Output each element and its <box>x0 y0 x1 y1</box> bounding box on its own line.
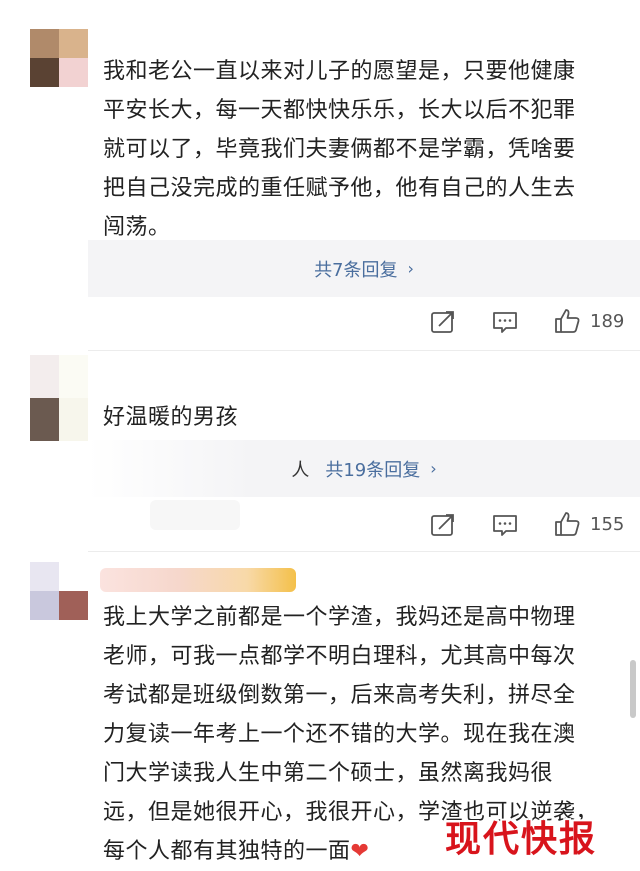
comment-text: 好温暖的男孩 <box>103 398 238 437</box>
reply-count-label: 共19条回复 <box>325 459 421 481</box>
like-count: 155 <box>590 514 625 535</box>
comment-line: 老师，可我一点都学不明白理科，尤其高中每次 <box>103 644 576 669</box>
like-count: 189 <box>590 311 625 332</box>
comment-line: 门大学读我人生中第二个硕士，虽然离我妈很 <box>103 761 554 786</box>
chevron-right-icon: › <box>430 459 437 478</box>
comment-icon[interactable] <box>492 309 518 335</box>
avatar[interactable] <box>30 562 88 620</box>
divider <box>88 350 640 351</box>
share-icon[interactable] <box>430 512 456 538</box>
view-replies-button[interactable]: 共7条回复 › <box>88 240 640 297</box>
comment-line: 把自己没完成的重任赋予他，他有自己的人生去 <box>103 176 576 201</box>
comment-line: 平安长大，每一天都快快乐乐，长大以后不犯罪 <box>103 98 576 123</box>
share-icon[interactable] <box>430 309 456 335</box>
avatar[interactable] <box>30 355 88 441</box>
comment-actions: 189 <box>0 302 640 342</box>
chevron-right-icon: › <box>407 259 414 278</box>
comment-text: 我和老公一直以来对儿子的愿望是，只要他健康 平安长大，每一天都快快乐乐，长大以后… <box>103 52 576 247</box>
comment-icon[interactable] <box>492 512 518 538</box>
divider <box>88 551 640 552</box>
comment-line: 力复读一年考上一个还不错的大学。现在我在澳 <box>103 722 576 747</box>
scrollbar[interactable] <box>630 660 636 718</box>
reply-count-label: 共7条回复 <box>314 259 398 281</box>
like-icon[interactable] <box>553 307 581 335</box>
heart-icon: ❤ <box>350 839 370 864</box>
comment-line: 我上大学之前都是一个学渣，我妈还是高中物理 <box>103 605 576 630</box>
blurred-username <box>100 568 296 592</box>
view-replies-button[interactable]: 人 共19条回复 › <box>88 440 640 497</box>
comment-line: 好温暖的男孩 <box>103 405 239 430</box>
comment-line: 我和老公一直以来对儿子的愿望是，只要他健康 <box>103 59 576 84</box>
comment-line: 考试都是班级倒数第一，后来高考失利，拼尽全 <box>103 683 576 708</box>
avatar[interactable] <box>30 29 88 87</box>
like-icon[interactable] <box>553 510 581 538</box>
comment-actions: 155 <box>0 505 640 545</box>
watermark-logo: 现代快报 <box>445 818 598 860</box>
comment-line-text: 每个人都有其独特的一面 <box>103 839 351 864</box>
reply-author-fragment: 人 <box>291 459 310 481</box>
comment-line: 就可以了，毕竟我们夫妻俩都不是学霸，凭啥要 <box>103 137 576 162</box>
